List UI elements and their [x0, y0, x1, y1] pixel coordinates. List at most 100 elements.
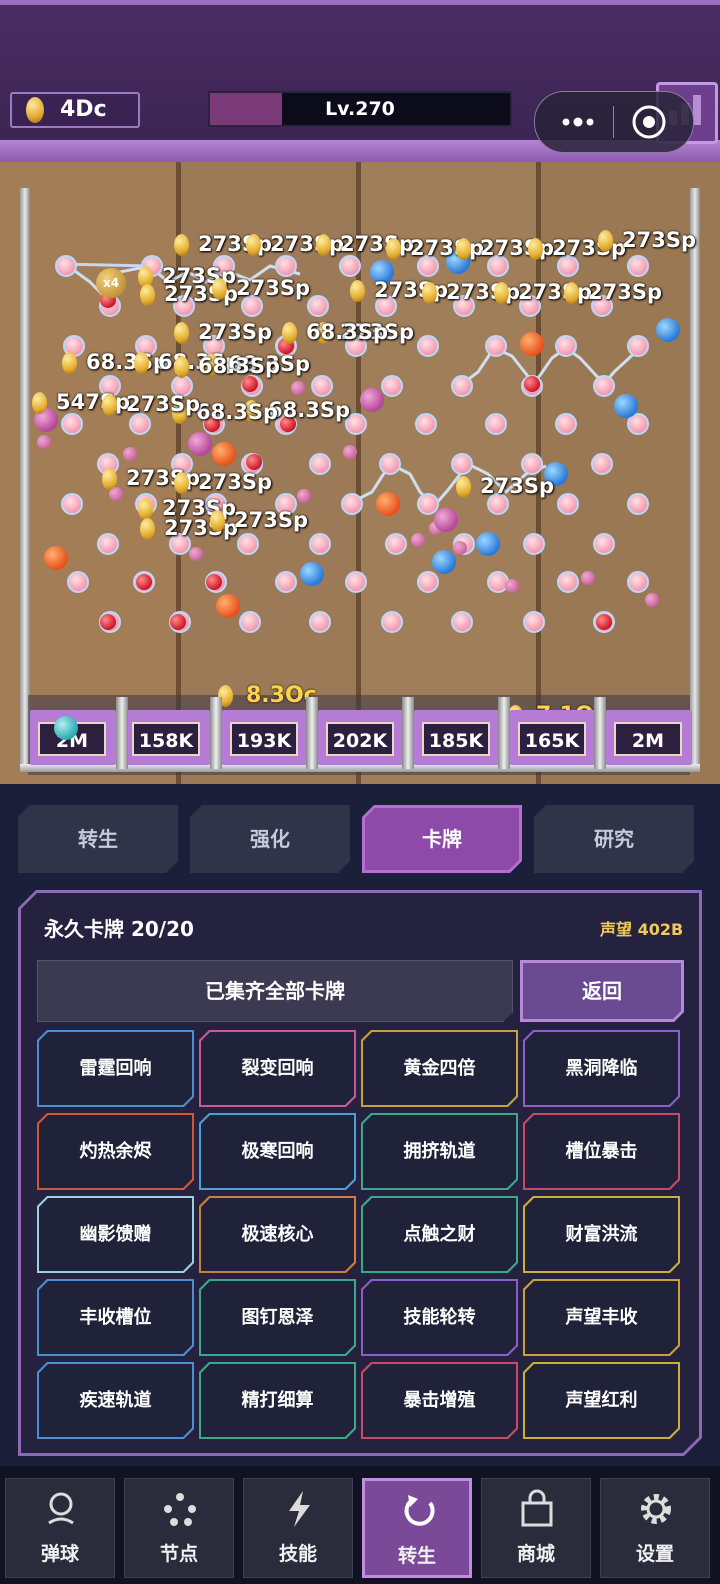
- card-item[interactable]: 极寒回响: [199, 1113, 356, 1190]
- back-button[interactable]: 返回: [520, 960, 684, 1022]
- pink-ball: [343, 445, 357, 459]
- card-label: 雷霆回响: [39, 1032, 192, 1105]
- red-ball: [170, 614, 186, 630]
- slot-post: [402, 697, 414, 769]
- coin-icon: [140, 518, 155, 540]
- peg: [451, 375, 473, 397]
- red-ball: [136, 574, 152, 590]
- card-item[interactable]: 暴击增殖: [361, 1362, 518, 1439]
- capsule-divider: [613, 106, 614, 138]
- card-item[interactable]: 灼热余烬: [37, 1113, 194, 1190]
- level-label: Lv.270: [325, 98, 395, 120]
- peg: [591, 453, 613, 475]
- coin-icon: [174, 322, 189, 344]
- collection-slot: 193K: [222, 710, 308, 765]
- blue-ball: [300, 562, 324, 586]
- coin-icon: [102, 394, 117, 416]
- blue-ball: [476, 532, 500, 556]
- collection-slot: 185K: [414, 710, 500, 765]
- shop-bag-icon: [517, 1489, 557, 1529]
- pink-ball: [453, 541, 467, 555]
- nav-nodes[interactable]: 节点: [124, 1478, 234, 1578]
- card-label: 灼热余烬: [39, 1115, 192, 1188]
- card-item[interactable]: 丰收槽位: [37, 1279, 194, 1356]
- card-item[interactable]: 拥挤轨道: [361, 1113, 518, 1190]
- slot-value: 2M: [614, 722, 682, 756]
- peg: [593, 533, 615, 555]
- close-miniprogram-button[interactable]: [631, 104, 667, 140]
- tab-upgrade[interactable]: 强化: [190, 805, 350, 873]
- nav-gear[interactable]: 设置: [600, 1478, 710, 1578]
- nav-label: 弹球: [40, 1543, 79, 1565]
- card-label: 裂变回响: [201, 1032, 354, 1105]
- card-item[interactable]: 声望红利: [523, 1362, 680, 1439]
- card-item[interactable]: 技能轮转: [361, 1279, 518, 1356]
- peg: [239, 611, 261, 633]
- nav-ball[interactable]: 弹球: [5, 1478, 115, 1578]
- coin-icon: [316, 234, 331, 256]
- card-item[interactable]: 雷霆回响: [37, 1030, 194, 1107]
- card-label: 槽位暴击: [525, 1115, 678, 1188]
- card-item[interactable]: 声望丰收: [523, 1279, 680, 1356]
- card-item[interactable]: 裂变回响: [199, 1030, 356, 1107]
- ball-icon: [41, 1489, 81, 1529]
- peg: [381, 375, 403, 397]
- nav-shop-bag[interactable]: 商城: [481, 1478, 591, 1578]
- card-item[interactable]: 幽影馈赠: [37, 1196, 194, 1273]
- peg: [415, 413, 437, 435]
- coin-icon: [174, 356, 189, 378]
- slot-post: [306, 697, 318, 769]
- coin-icon: [456, 476, 471, 498]
- orange-ball: [216, 594, 240, 618]
- card-label: 黄金四倍: [363, 1032, 516, 1105]
- tab-cards[interactable]: 卡牌: [362, 805, 522, 873]
- red-ball: [242, 376, 258, 392]
- card-label: 幽影馈赠: [39, 1198, 192, 1271]
- blue-ball: [432, 550, 456, 574]
- gear-icon: [636, 1489, 676, 1529]
- peg: [309, 611, 331, 633]
- card-item[interactable]: 黑洞降临: [523, 1030, 680, 1107]
- peg: [275, 255, 297, 277]
- mini-program-capsule: [534, 91, 694, 153]
- pink-ball: [291, 381, 305, 395]
- peg: [557, 571, 579, 593]
- pink-ball: [123, 447, 137, 461]
- coin-icon: [174, 472, 189, 494]
- nav-label: 转生: [397, 1545, 436, 1567]
- card-item[interactable]: 极速核心: [199, 1196, 356, 1273]
- card-item[interactable]: 精打细算: [199, 1362, 356, 1439]
- card-item[interactable]: 黄金四倍: [361, 1030, 518, 1107]
- peg: [307, 295, 329, 317]
- collection-slot: 165K: [510, 710, 596, 765]
- card-item[interactable]: 财富洪流: [523, 1196, 680, 1273]
- orange-ball: [44, 546, 68, 570]
- tab-research[interactable]: 研究: [534, 805, 694, 873]
- card-item[interactable]: 疾速轨道: [37, 1362, 194, 1439]
- collection-slot: 202K: [318, 710, 404, 765]
- coin-icon: [282, 322, 297, 344]
- nav-lightning[interactable]: 技能: [243, 1478, 353, 1578]
- card-item[interactable]: 图钉恩泽: [199, 1279, 356, 1356]
- prestige-value: 声望 402B: [600, 920, 684, 939]
- slot-value: 185K: [422, 722, 490, 756]
- coin-icon: [386, 238, 401, 260]
- nodes-icon: [160, 1489, 200, 1529]
- card-item[interactable]: 槽位暴击: [523, 1113, 680, 1190]
- peg: [129, 413, 151, 435]
- more-button[interactable]: [555, 108, 605, 136]
- nav-rebirth[interactable]: 转生: [362, 1478, 472, 1578]
- coin-icon: [422, 282, 437, 304]
- peg: [627, 335, 649, 357]
- card-item[interactable]: 点触之财: [361, 1196, 518, 1273]
- coin-icon: [494, 282, 509, 304]
- peg: [341, 493, 363, 515]
- card-label: 声望丰收: [525, 1281, 678, 1354]
- peg: [627, 493, 649, 515]
- peg: [485, 335, 507, 357]
- card-label: 声望红利: [525, 1364, 678, 1437]
- peg: [417, 335, 439, 357]
- tab-rebirth[interactable]: 转生: [18, 805, 178, 873]
- mag-ball: [188, 432, 212, 456]
- card-label: 财富洪流: [525, 1198, 678, 1271]
